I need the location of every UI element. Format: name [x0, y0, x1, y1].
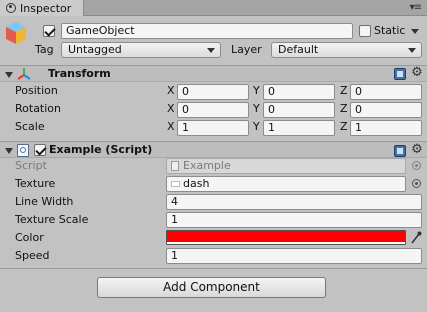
divider [0, 268, 427, 269]
speed-field[interactable]: 1 [166, 248, 422, 264]
chevron-down-icon [207, 48, 215, 53]
script-file-icon [171, 161, 179, 171]
rotation-label: Rotation [15, 102, 62, 115]
tag-dropdown[interactable]: Untagged [61, 42, 221, 58]
position-z-field[interactable]: 0 [350, 84, 422, 100]
color-field[interactable] [166, 230, 406, 245]
script-reference-field: Example [166, 158, 406, 174]
help-book-icon[interactable] [394, 68, 406, 80]
texture-label: Texture [15, 177, 56, 190]
axis-z-label: Z [340, 120, 348, 133]
axis-y-label: Y [253, 120, 260, 133]
axis-x-label: X [167, 120, 175, 133]
foldout-arrow-icon[interactable] [5, 72, 13, 78]
add-component-button[interactable]: Add Component [97, 277, 326, 298]
object-picker-icon[interactable] [412, 179, 421, 188]
gear-icon[interactable]: ⚙ [411, 66, 423, 79]
axis-z-label: Z [340, 84, 348, 97]
foldout-arrow-icon[interactable] [5, 148, 13, 154]
gameobject-cube-icon [5, 21, 27, 45]
texture-thumbnail-icon [171, 181, 180, 187]
tab-menu-icon[interactable]: ▾≡ [410, 2, 422, 13]
tab-inspector[interactable]: Inspector [0, 0, 84, 16]
texture-field[interactable]: dash [166, 176, 406, 192]
axis-y-label: Y [253, 102, 260, 115]
layer-dropdown-value: Default [278, 43, 319, 56]
layer-dropdown[interactable]: Default [271, 42, 422, 58]
info-icon [6, 3, 16, 13]
object-name-field[interactable]: GameObject [61, 23, 353, 39]
eyedropper-icon[interactable] [410, 230, 422, 245]
static-dropdown-caret-icon[interactable] [411, 29, 419, 34]
help-book-icon[interactable] [394, 145, 406, 157]
scale-y-field[interactable]: 1 [263, 120, 335, 136]
script-enabled-checkbox[interactable] [34, 144, 46, 156]
tab-bar: Inspector ▾≡ [0, 0, 427, 16]
texture-scale-field[interactable]: 1 [166, 212, 422, 228]
tag-label: Tag [35, 43, 54, 56]
chevron-down-icon [408, 48, 416, 53]
script-component-title: Example (Script) [49, 143, 153, 156]
gear-icon[interactable]: ⚙ [411, 143, 423, 156]
axis-z-label: Z [340, 102, 348, 115]
tag-dropdown-value: Untagged [68, 43, 122, 56]
axis-x-label: X [167, 84, 175, 97]
rotation-z-field[interactable]: 0 [350, 102, 422, 118]
line-width-field[interactable]: 4 [166, 194, 422, 210]
texture-value: dash [183, 177, 210, 190]
axis-x-label: X [167, 102, 175, 115]
rotation-y-field[interactable]: 0 [263, 102, 335, 118]
static-checkbox[interactable] [359, 25, 371, 37]
position-y-field[interactable]: 0 [263, 84, 335, 100]
axis-y-label: Y [253, 84, 260, 97]
layer-label: Layer [231, 43, 262, 56]
script-label: Script [15, 159, 47, 172]
position-x-field[interactable]: 0 [177, 84, 249, 100]
rotation-x-field[interactable]: 0 [177, 102, 249, 118]
line-width-label: Line Width [15, 195, 74, 208]
transform-axes-icon [17, 67, 31, 81]
speed-label: Speed [15, 249, 50, 262]
tab-inspector-label: Inspector [20, 1, 72, 15]
texture-scale-label: Texture Scale [15, 213, 89, 226]
script-file-icon [17, 144, 29, 157]
transform-title: Transform [48, 67, 111, 80]
scale-x-field[interactable]: 1 [177, 120, 249, 136]
position-label: Position [15, 84, 58, 97]
script-reference-value: Example [183, 159, 231, 172]
active-checkbox[interactable] [43, 25, 55, 37]
static-label: Static [374, 24, 406, 37]
color-alpha-bar [167, 242, 405, 244]
object-picker-icon [412, 161, 421, 170]
scale-label: Scale [15, 120, 45, 133]
color-label: Color [15, 231, 44, 244]
scale-z-field[interactable]: 1 [350, 120, 422, 136]
